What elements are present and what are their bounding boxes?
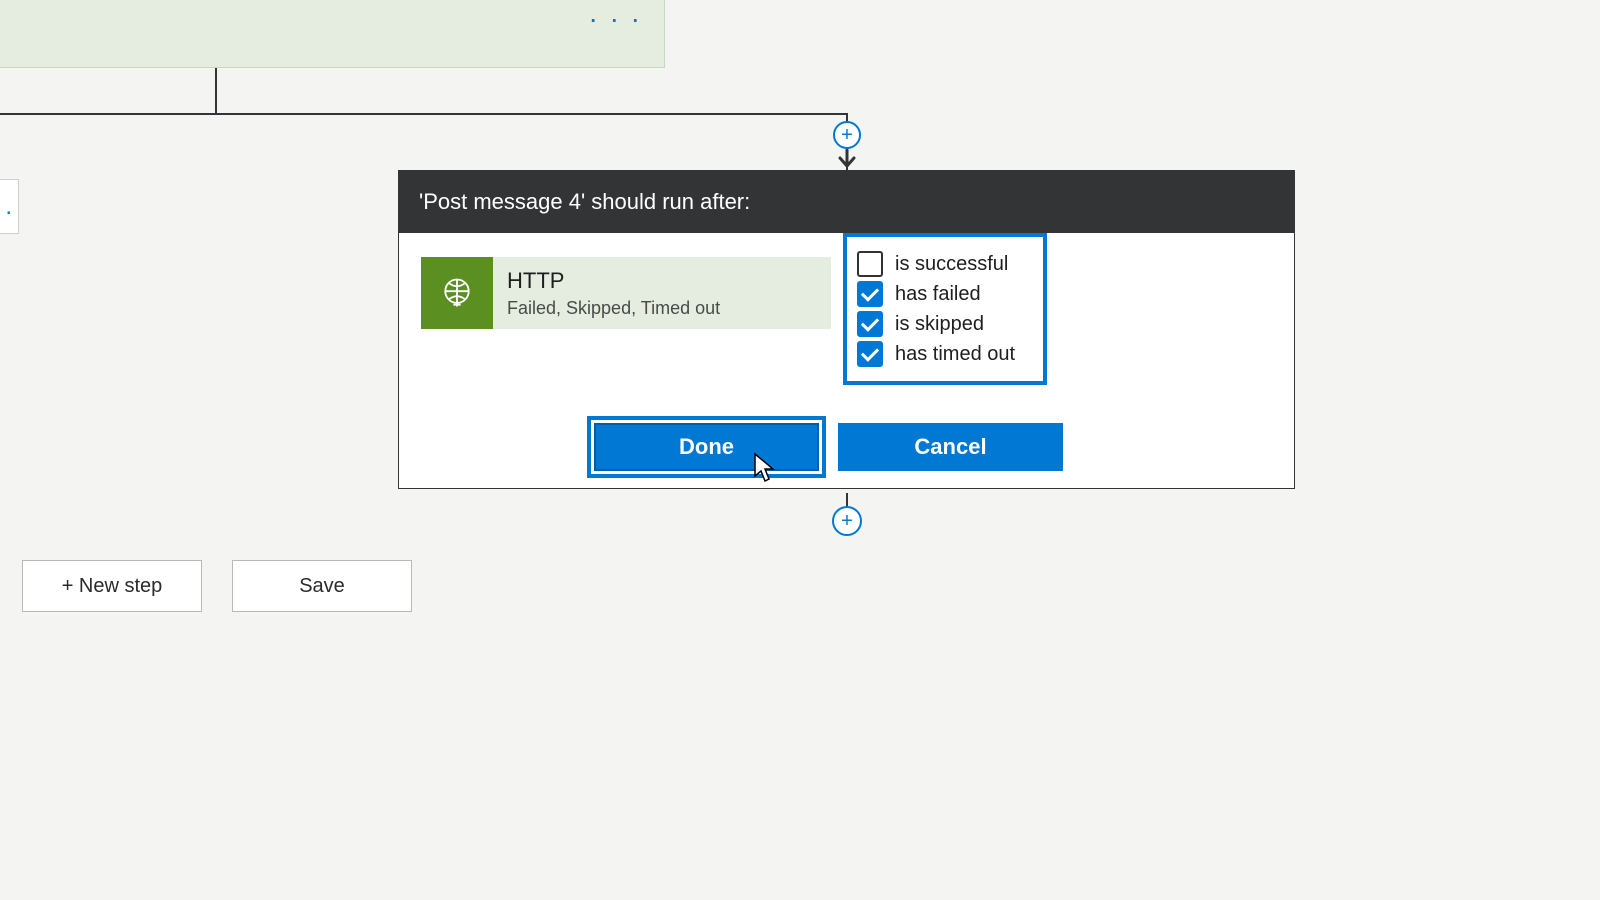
panel-body: HTTP Failed, Skipped, Timed out is succe… [399, 233, 1294, 488]
checkbox-is-successful[interactable] [857, 251, 883, 277]
footer-buttons: + New step Save [22, 560, 412, 612]
checkbox-is-skipped[interactable] [857, 311, 883, 337]
connector-line [846, 493, 848, 507]
checkbox-has-failed[interactable] [857, 281, 883, 307]
condition-label: has timed out [895, 343, 1015, 366]
add-step-icon[interactable]: + [832, 506, 862, 536]
connector-line [0, 113, 847, 115]
panel-title: 'Post message 4' should run after: [399, 171, 1294, 233]
save-button[interactable]: Save [232, 560, 412, 612]
action-subtitle: Failed, Skipped, Timed out [507, 298, 720, 319]
action-title: HTTP [507, 268, 720, 294]
condition-row: has timed out [857, 341, 1033, 367]
ellipsis-icon[interactable]: · · · [588, 5, 642, 33]
condition-label: is skipped [895, 313, 984, 336]
conditions-group: is successful has failed is skipped has … [843, 233, 1047, 385]
run-after-panel: 'Post message 4' should run after: HTTP … [398, 170, 1295, 489]
action-card-partial[interactable]: . . [0, 179, 19, 234]
arrow-down-icon [836, 148, 858, 170]
done-button[interactable]: Done [594, 423, 819, 471]
condition-label: has failed [895, 283, 981, 306]
button-row: Done Cancel [587, 416, 1063, 478]
cancel-button[interactable]: Cancel [838, 423, 1063, 471]
new-step-button[interactable]: + New step [22, 560, 202, 612]
globe-icon [421, 257, 493, 329]
condition-row: is successful [857, 251, 1033, 277]
add-step-icon[interactable]: + [833, 121, 861, 149]
action-card[interactable]: · · · [0, 0, 665, 68]
condition-row: is skipped [857, 311, 1033, 337]
done-highlight: Done [587, 416, 826, 478]
connector-line [215, 68, 217, 114]
checkbox-has-timed-out[interactable] [857, 341, 883, 367]
condition-row: has failed [857, 281, 1033, 307]
condition-label: is successful [895, 253, 1008, 276]
predecessor-action[interactable]: HTTP Failed, Skipped, Timed out [421, 257, 831, 329]
